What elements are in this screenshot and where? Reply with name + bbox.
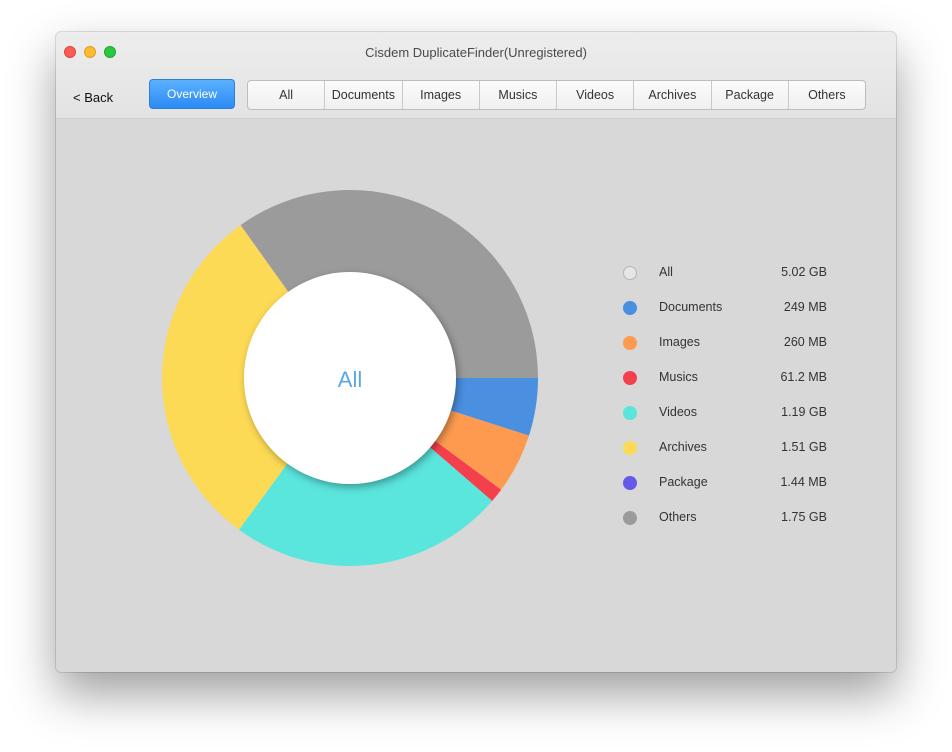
legend-dot-icon	[623, 266, 637, 280]
legend-label: Images	[659, 335, 700, 349]
tab-archives[interactable]: Archives	[634, 81, 712, 109]
title-bar: Cisdem DuplicateFinder(Unregistered) < B…	[56, 32, 896, 119]
legend-dot-icon	[623, 441, 637, 455]
legend-value: 5.02 GB	[781, 265, 827, 279]
tab-documents[interactable]: Documents	[325, 81, 403, 109]
legend-item-documents[interactable]: Documents 249 MB	[621, 293, 841, 328]
legend-value: 1.75 GB	[781, 510, 827, 524]
tab-package[interactable]: Package	[712, 81, 789, 109]
tab-others[interactable]: Others	[789, 81, 865, 109]
back-button[interactable]: < Back	[73, 90, 113, 105]
tab-videos[interactable]: Videos	[557, 81, 635, 109]
legend-dot-icon	[623, 511, 637, 525]
legend-label: Musics	[659, 370, 698, 384]
app-window: Cisdem DuplicateFinder(Unregistered) < B…	[56, 32, 896, 672]
legend-item-others[interactable]: Others 1.75 GB	[621, 503, 841, 538]
legend-item-images[interactable]: Images 260 MB	[621, 328, 841, 363]
window-title: Cisdem DuplicateFinder(Unregistered)	[365, 45, 587, 60]
legend-label: Others	[659, 510, 697, 524]
legend-label: All	[659, 265, 673, 279]
donut-chart: All	[162, 189, 538, 567]
tab-musics[interactable]: Musics	[480, 81, 557, 109]
legend-item-musics[interactable]: Musics 61.2 MB	[621, 363, 841, 398]
legend-value: 61.2 MB	[780, 370, 827, 384]
legend-item-all[interactable]: All 5.02 GB	[621, 258, 841, 293]
tab-all[interactable]: All	[248, 81, 326, 109]
legend: All 5.02 GB Documents 249 MB Images 260 …	[621, 258, 841, 538]
legend-label: Package	[659, 475, 708, 489]
legend-dot-icon	[623, 301, 637, 315]
category-tabs: All Documents Images Musics Videos Archi…	[247, 80, 866, 110]
legend-item-package[interactable]: Package 1.44 MB	[621, 468, 841, 503]
donut-center-label: All	[338, 367, 362, 392]
legend-dot-icon	[623, 336, 637, 350]
legend-dot-icon	[623, 406, 637, 420]
legend-label: Documents	[659, 300, 723, 314]
legend-value: 1.19 GB	[781, 405, 827, 419]
legend-value: 260 MB	[783, 335, 827, 349]
legend-dot-icon	[623, 371, 637, 385]
legend-label: Archives	[659, 440, 707, 454]
tab-images[interactable]: Images	[403, 81, 480, 109]
legend-value: 249 MB	[783, 300, 827, 314]
legend-dot-icon	[623, 476, 637, 490]
legend-item-archives[interactable]: Archives 1.51 GB	[621, 433, 841, 468]
legend-item-videos[interactable]: Videos 1.19 GB	[621, 398, 841, 433]
legend-label: Videos	[659, 405, 697, 419]
overview-button[interactable]: Overview	[149, 79, 235, 109]
legend-value: 1.44 MB	[780, 475, 827, 489]
legend-value: 1.51 GB	[781, 440, 827, 454]
